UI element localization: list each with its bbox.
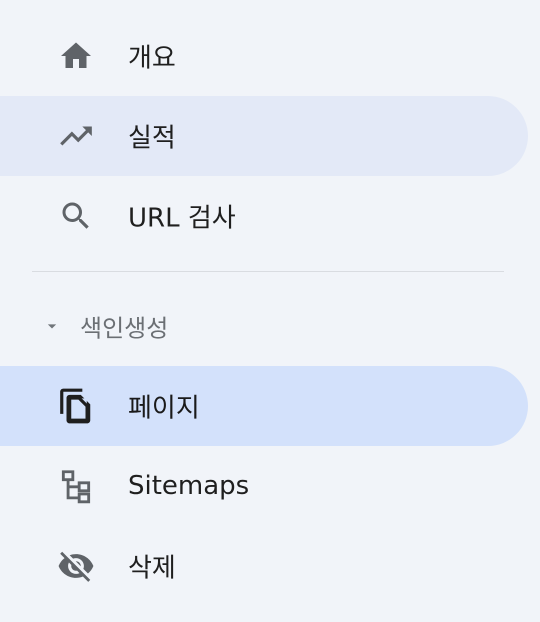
nav-item-label: 실적 <box>128 123 176 154</box>
nav-item-label: Sitemaps <box>128 471 250 501</box>
nav-item-label: 삭제 <box>128 553 176 584</box>
nav-item-label: 페이지 <box>128 393 200 424</box>
visibility-off-icon <box>56 546 96 586</box>
nav-item-url-inspection[interactable]: URL 검사 <box>0 176 528 256</box>
nav-item-label: URL 검사 <box>128 203 236 234</box>
search-icon <box>56 196 96 236</box>
section-header-indexing[interactable]: 색인생성 <box>0 296 528 356</box>
nav-divider <box>32 271 504 272</box>
copy-pages-icon <box>56 386 96 426</box>
nav-item-label: 개요 <box>128 43 176 74</box>
nav-item-sitemaps[interactable]: Sitemaps <box>0 446 528 526</box>
nav-item-removals[interactable]: 삭제 <box>0 526 528 606</box>
nav-item-performance[interactable]: 실적 <box>0 96 528 176</box>
trending-up-icon <box>56 116 96 156</box>
section-label: 색인생성 <box>80 314 169 343</box>
nav-item-pages[interactable]: 페이지 <box>0 366 528 446</box>
home-icon <box>56 36 96 76</box>
sidebar-nav: 개요 실적 URL 검사 색인생성 페이지 Sitemaps 삭제 <box>0 0 540 622</box>
caret-down-icon <box>42 316 62 336</box>
sitemap-icon <box>56 466 96 506</box>
nav-item-overview[interactable]: 개요 <box>0 16 528 96</box>
